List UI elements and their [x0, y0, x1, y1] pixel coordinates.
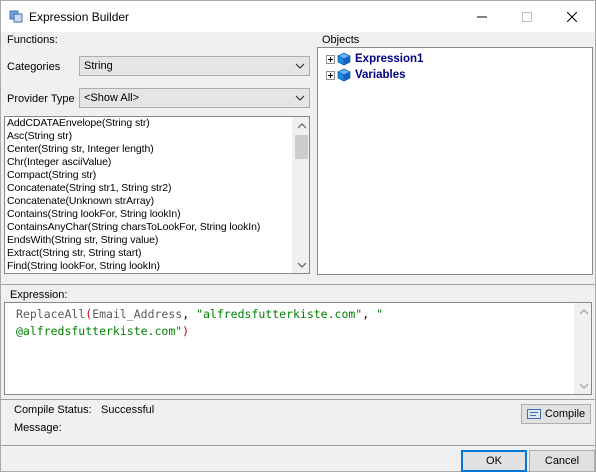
chevron-down-icon [295, 63, 305, 69]
vertical-splitter[interactable] [312, 37, 315, 277]
compile-button-label: Compile [544, 408, 586, 420]
scroll-down-button[interactable] [293, 256, 309, 273]
function-list-item[interactable]: Contains(String lookFor, String lookIn) [5, 208, 291, 221]
compile-icon [526, 409, 541, 419]
categories-dropdown[interactable]: String [79, 56, 310, 76]
categories-value: String [84, 60, 113, 72]
functions-list-items: AddCDATAEnvelope(String str) Asc(String s… [5, 117, 291, 273]
function-list-item[interactable]: EndsWith(String str, String value) [5, 234, 291, 247]
code-string-literal: "alfredsfutterkiste.com" [196, 307, 363, 321]
chevron-down-icon [297, 262, 306, 268]
scroll-up-button[interactable] [293, 117, 309, 134]
expand-icon[interactable] [326, 54, 335, 64]
code-line-2: @alfredsfutterkiste.com") [16, 323, 576, 340]
objects-group-label: Objects [322, 34, 360, 46]
maximize-icon [521, 11, 532, 22]
scroll-thumb[interactable] [295, 135, 308, 159]
expression-scrollbar[interactable] [574, 303, 591, 394]
function-list-item[interactable]: Center(String str, Integer length) [5, 143, 291, 156]
functions-group-label: Functions: [7, 34, 58, 46]
expression-code[interactable]: ReplaceAll(Email_Address, "alfredsfutter… [16, 306, 576, 340]
chevron-down-icon [579, 383, 588, 389]
chevron-up-icon [579, 308, 588, 314]
function-list-item[interactable]: Extract(String str, String start) [5, 247, 291, 260]
code-line-1: ReplaceAll(Email_Address, "alfredsfutter… [16, 306, 576, 323]
expand-icon[interactable] [326, 70, 335, 80]
compile-button[interactable]: Compile [521, 404, 591, 424]
function-list-item[interactable]: Concatenate(Unknown strArray) [5, 195, 291, 208]
tree-node-label: Variables [355, 69, 406, 81]
minimize-icon [476, 16, 487, 17]
functions-list[interactable]: AddCDATAEnvelope(String str) Asc(String s… [4, 116, 310, 274]
code-close-paren: ) [182, 324, 190, 338]
code-separator: , [182, 307, 197, 321]
function-list-item[interactable]: Compact(String str) [5, 169, 291, 182]
cube-icon [337, 68, 351, 82]
function-list-item[interactable]: Find(String lookFor, String lookIn) [5, 260, 291, 273]
compile-status-value: Successful [101, 404, 155, 416]
minimize-button[interactable] [459, 1, 504, 32]
function-list-item[interactable]: Chr(Integer asciiValue) [5, 156, 291, 169]
code-function-name: ReplaceAll [16, 307, 86, 321]
tree-node-variables[interactable]: Variables [326, 67, 406, 83]
close-button[interactable] [549, 1, 594, 32]
app-icon [9, 10, 23, 23]
scroll-down-button[interactable] [575, 377, 591, 394]
window-title: Expression Builder [29, 10, 130, 24]
ok-button-label: OK [486, 455, 502, 467]
provider-type-dropdown[interactable]: <Show All> [79, 88, 310, 108]
code-string-literal-start: " [376, 307, 384, 321]
function-list-item[interactable]: Asc(String str) [5, 130, 291, 143]
function-list-item[interactable]: AddCDATAEnvelope(String str) [5, 117, 291, 130]
title-bar[interactable]: Expression Builder [1, 1, 595, 32]
function-list-item[interactable]: ContainsAnyChar(String charsToLookFor, S… [5, 221, 291, 234]
tree-node-expression1[interactable]: Expression1 [326, 51, 423, 67]
status-panel: Compile Status: Successful Message: Comp… [1, 399, 595, 446]
functions-list-scrollbar[interactable] [292, 117, 309, 273]
tree-node-label: Expression1 [355, 53, 424, 65]
close-icon [566, 11, 577, 22]
scroll-up-button[interactable] [575, 303, 591, 320]
code-arg-field: Email_Address [92, 307, 183, 321]
cancel-button-label: Cancel [544, 455, 580, 467]
provider-type-value: <Show All> [84, 92, 140, 104]
chevron-up-icon [297, 122, 306, 128]
expression-editor[interactable]: ReplaceAll(Email_Address, "alfredsfutter… [4, 302, 592, 395]
ok-button[interactable]: OK [461, 450, 527, 472]
chevron-down-icon [295, 95, 305, 101]
code-separator: , [362, 307, 377, 321]
code-string-literal-end: @alfredsfutterkiste.com" [16, 324, 183, 338]
provider-type-label: Provider Type [7, 93, 75, 105]
message-label: Message: [14, 422, 62, 434]
cancel-button[interactable]: Cancel [529, 450, 595, 472]
categories-label: Categories [7, 61, 61, 73]
compile-status-label: Compile Status: [14, 404, 92, 416]
expression-panel: Expression: ReplaceAll(Email_Address, "a… [1, 284, 595, 397]
cube-icon [337, 52, 351, 66]
objects-tree[interactable]: Expression1 Variables [317, 47, 593, 275]
expression-builder-window: Expression Builder Functions: Categories… [0, 0, 596, 472]
expression-label: Expression: [10, 289, 68, 301]
function-list-item[interactable]: Concatenate(String str1, String str2) [5, 182, 291, 195]
maximize-button[interactable] [504, 1, 549, 32]
